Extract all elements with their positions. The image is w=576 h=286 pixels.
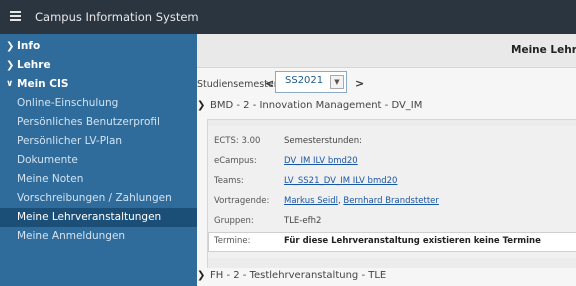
sidebar-item-lehre[interactable]: ❯ Lehre — [0, 56, 197, 75]
course-details: ECTS: 3.00 Semesterstunden: eCampus: DV_… — [208, 126, 576, 258]
chevron-right-icon: ❯ — [6, 60, 15, 71]
chevron-down-icon: ❯ — [197, 100, 206, 111]
gruppen-label: Gruppen: — [214, 216, 254, 226]
termine-label: Termine: — [214, 236, 251, 246]
sidebar-item-label: Mein CIS — [17, 78, 69, 90]
sidebar-item-anmeldungen[interactable]: Meine Anmeldungen — [0, 227, 197, 246]
main-content: Meine Lehrver Studiensemester < SS2021 ▼… — [197, 34, 576, 286]
sidebar-item-zahlungen[interactable]: Vorschreibungen / Zahlungen — [0, 189, 197, 208]
page-title: Meine Lehrver — [511, 44, 576, 56]
sidebar: ❯ Info ❯ Lehre ∨ Mein CIS Online-Einschu… — [0, 34, 197, 286]
lecturer-link[interactable]: Markus Seidl — [284, 196, 338, 206]
sidebar-item-label: Info — [17, 40, 41, 52]
top-bar: Campus Information System — [0, 0, 576, 34]
teams-label: Teams: — [214, 176, 244, 186]
ecampus-link[interactable]: DV_IM ILV bmd20 — [284, 156, 358, 166]
chevron-down-icon[interactable]: ▼ — [330, 75, 344, 89]
chevron-right-icon: ❯ — [197, 270, 206, 281]
sidebar-item-dokumente[interactable]: Dokumente — [0, 151, 197, 170]
semester-select[interactable]: SS2021 ▼ — [275, 71, 347, 93]
sidebar-item-benutzerprofil[interactable]: Persönliches Benutzerprofil — [0, 113, 197, 132]
detail-row-termine: Termine: Für diese Lehrveranstaltung exi… — [208, 232, 576, 252]
course-title: FH - 2 - Testlehrveranstaltung - TLE — [210, 270, 387, 281]
vortragende-label: Vortragende: — [214, 196, 270, 206]
hamburger-menu-icon[interactable] — [10, 11, 21, 21]
chevron-right-icon: ❯ — [6, 41, 15, 52]
page-header: Meine Lehrver — [197, 34, 576, 68]
detail-row-vortragende: Vortragende: Markus Seidl, Bernhard Bran… — [208, 192, 576, 212]
vortragende-links: Markus Seidl, Bernhard Brandstetter — [284, 196, 439, 206]
semester-next-button[interactable]: > — [355, 77, 364, 90]
detail-row-teams: Teams: LV_SS21_DV_IM ILV bmd20 — [208, 172, 576, 192]
lecturer-link[interactable]: Bernhard Brandstetter — [343, 196, 439, 206]
detail-row-gruppen: Gruppen: TLE-efh2 — [208, 212, 576, 232]
teams-link[interactable]: LV_SS21_DV_IM ILV bmd20 — [284, 176, 397, 186]
ecampus-label: eCampus: — [214, 156, 257, 166]
gruppen-value: TLE-efh2 — [284, 216, 322, 226]
chevron-down-icon: ∨ — [6, 79, 14, 89]
semester-prev-button[interactable]: < — [265, 77, 274, 90]
sidebar-item-mein-cis[interactable]: ∨ Mein CIS — [0, 75, 197, 94]
sidebar-item-lv-plan[interactable]: Persönlicher LV-Plan — [0, 132, 197, 151]
sidebar-item-info[interactable]: ❯ Info — [0, 37, 197, 56]
course-title: BMD - 2 - Innovation Management - DV_IM — [210, 100, 423, 111]
sidebar-item-lehrveranstaltungen[interactable]: Meine Lehrveranstaltungen — [0, 208, 197, 227]
sidebar-item-online-einschulung[interactable]: Online-Einschulung — [0, 94, 197, 113]
semesterstunden-label: Semesterstunden: — [284, 136, 363, 146]
termine-message: Für diese Lehrveranstaltung existieren k… — [284, 236, 541, 246]
app-title: Campus Information System — [35, 10, 199, 24]
detail-row-ecampus: eCampus: DV_IM ILV bmd20 — [208, 152, 576, 172]
semester-value: SS2021 — [285, 75, 324, 86]
sidebar-item-label: Lehre — [17, 59, 51, 71]
detail-row-ects: ECTS: 3.00 Semesterstunden: — [208, 132, 576, 152]
ects-value: ECTS: 3.00 — [214, 136, 261, 146]
sidebar-item-meine-noten[interactable]: Meine Noten — [0, 170, 197, 189]
course-details-card: ECTS: 3.00 Semesterstunden: eCampus: DV_… — [207, 119, 576, 268]
